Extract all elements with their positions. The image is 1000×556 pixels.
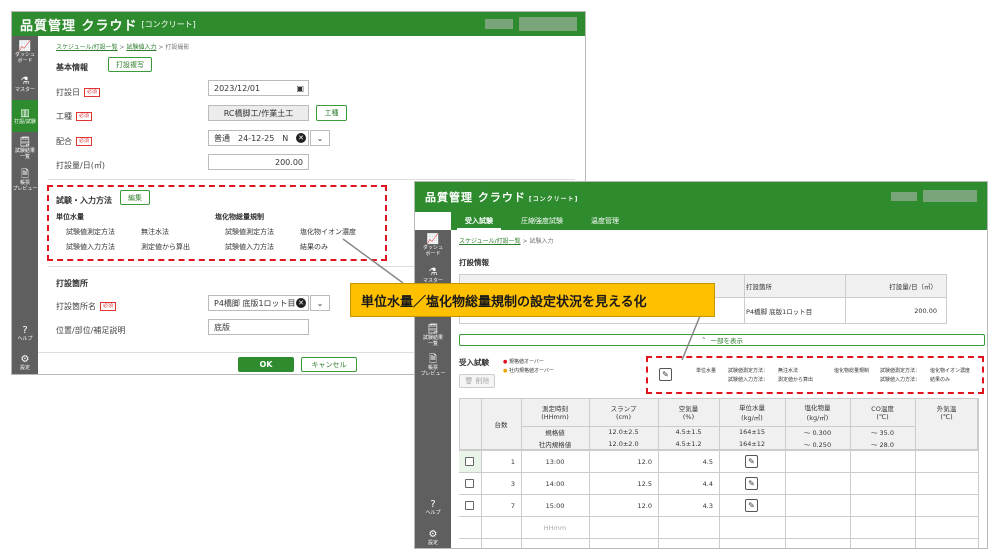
callout-connector — [342, 238, 701, 361]
connector-line — [681, 315, 701, 361]
callout-banner: 単位水量／塩化物総量規制の設定状況を見える化 — [350, 283, 715, 317]
connector-line — [342, 238, 404, 284]
